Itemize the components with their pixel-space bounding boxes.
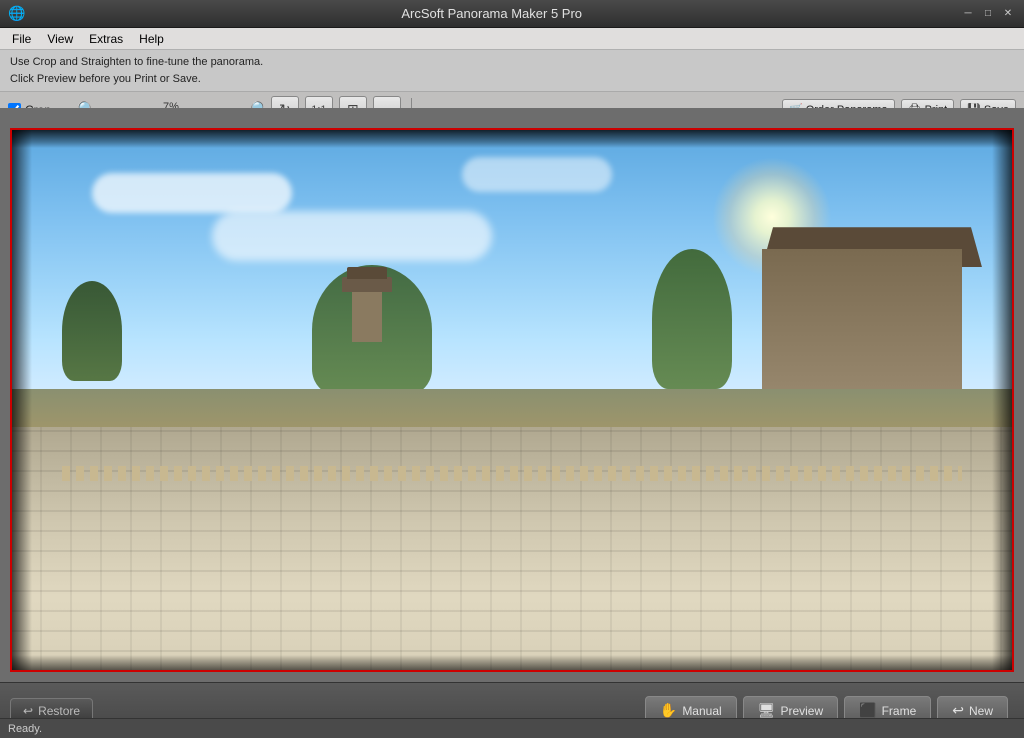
frame-icon: ⬛ [859,702,876,719]
main-content [0,108,1024,682]
manual-icon: ✋ [660,702,677,719]
manual-label: Manual [682,704,721,718]
new-label: New [969,704,993,718]
app-icon: 🌐 [8,5,25,22]
fence [62,466,962,481]
panorama-container[interactable] [10,128,1014,672]
menu-help[interactable]: Help [131,30,172,48]
minimize-button[interactable]: ─ [960,6,976,22]
window-controls: ─ □ ✕ [958,6,1016,22]
panorama-scene [12,130,1012,670]
maximize-button[interactable]: □ [980,6,996,22]
dark-border-right [992,130,1012,670]
tree-left [62,281,122,381]
info-bar: Use Crop and Straighten to fine-tune the… [0,50,1024,92]
dark-border-top [12,130,1012,148]
cloud1 [92,173,292,213]
status-bar: Ready. [0,718,1024,738]
restore-label: Restore [38,704,80,718]
info-line2: Click Preview before you Print or Save. [10,71,1014,88]
building-right [762,249,962,409]
pagoda [352,292,382,342]
menu-file[interactable]: File [4,30,39,48]
dark-border-left [12,130,32,670]
preview-label: Preview [780,704,823,718]
title-bar: 🌐 ArcSoft Panorama Maker 5 Pro ─ □ ✕ [0,0,1024,28]
cloud3 [462,157,612,192]
menu-view[interactable]: View [39,30,81,48]
cloud2 [212,211,492,261]
info-line1: Use Crop and Straighten to fine-tune the… [10,54,1014,71]
app-title: ArcSoft Panorama Maker 5 Pro [25,6,958,21]
restore-icon: ↩ [23,704,33,718]
menu-extras[interactable]: Extras [81,30,131,48]
frame-label: Frame [882,704,917,718]
status-text: Ready. [8,723,42,735]
new-icon: ↩ [952,702,964,719]
tree-right [652,249,732,389]
dark-border-bottom [12,655,1012,670]
preview-icon: 🖥 [758,702,776,719]
menu-bar: File View Extras Help [0,28,1024,50]
stone-path [12,427,1012,670]
close-button[interactable]: ✕ [1000,6,1016,22]
